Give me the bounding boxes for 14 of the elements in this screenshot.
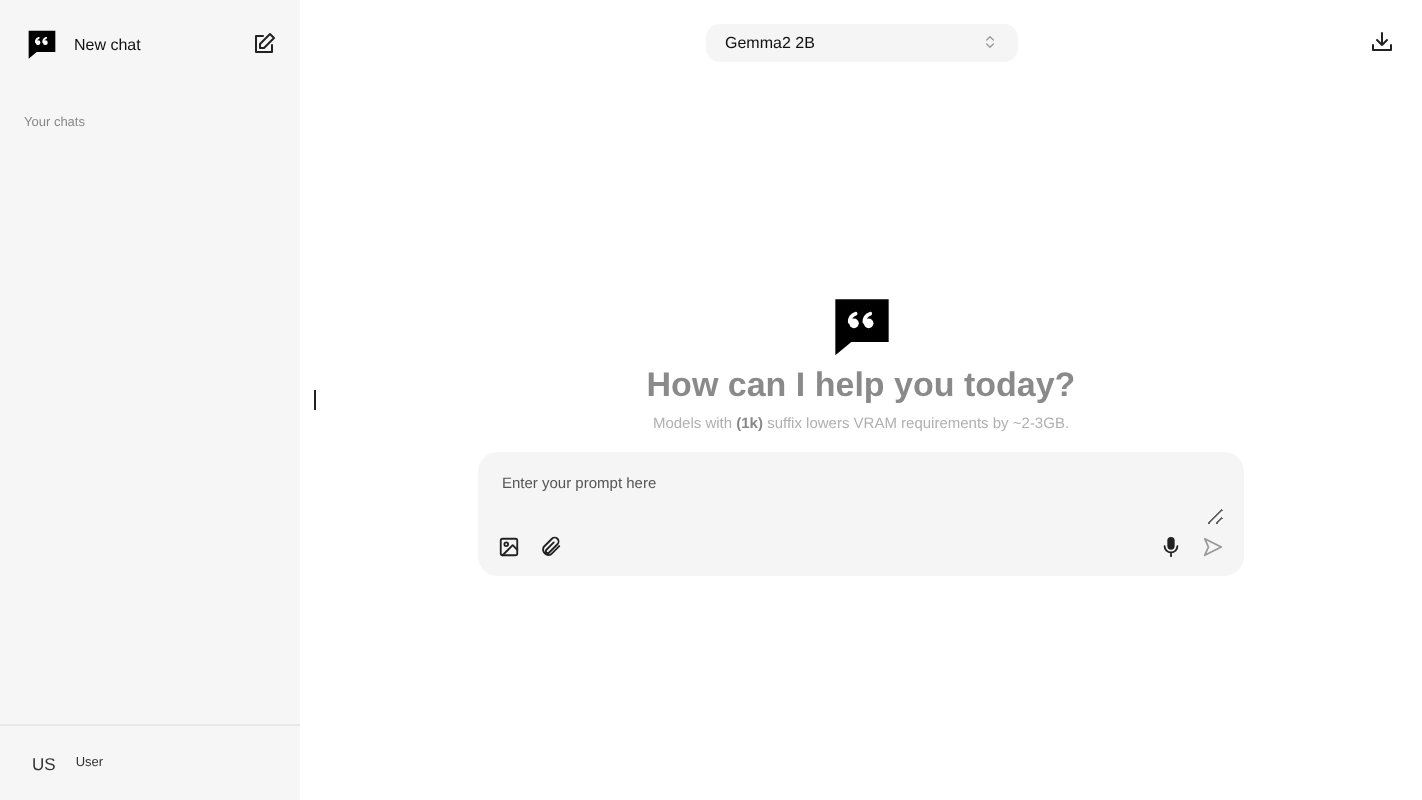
chat-bubble-icon: [829, 294, 893, 358]
chat-bubble-icon: [26, 28, 58, 60]
download-icon[interactable]: [1370, 30, 1394, 54]
paperclip-icon[interactable]: [540, 536, 562, 558]
resize-handle[interactable]: [314, 390, 316, 410]
image-icon[interactable]: [498, 536, 520, 558]
chevron-updown-icon: [981, 34, 997, 50]
model-select[interactable]: Gemma2 2B: [705, 23, 1017, 61]
new-chat-button[interactable]: New chat: [26, 28, 141, 60]
send-icon[interactable]: [1202, 536, 1224, 558]
welcome-title: How can I help you today?: [646, 366, 1076, 406]
user-avatar: US: [32, 753, 56, 773]
edit-icon[interactable]: [252, 32, 276, 56]
microphone-icon[interactable]: [1160, 536, 1182, 558]
